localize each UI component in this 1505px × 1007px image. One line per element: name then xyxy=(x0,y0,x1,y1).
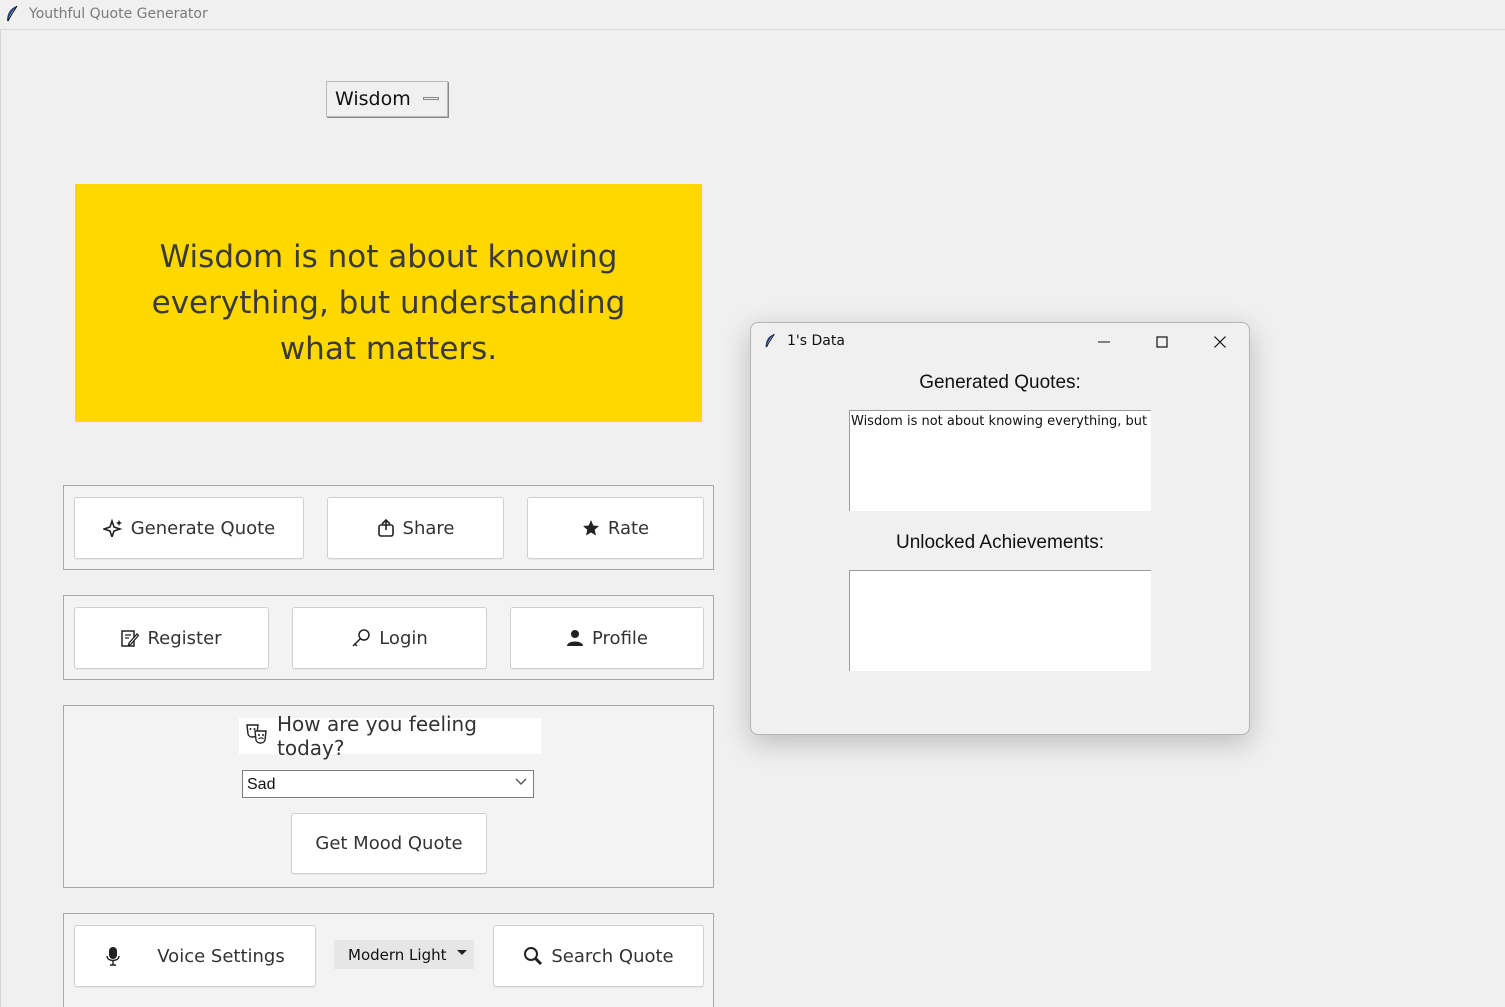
theme-menu[interactable]: Modern Light xyxy=(334,940,474,969)
feather-icon xyxy=(765,333,775,348)
theme-menu-value: Modern Light xyxy=(348,946,447,964)
feather-icon xyxy=(7,5,18,22)
edit-form-icon xyxy=(121,629,140,647)
option-menu-indicator-icon xyxy=(423,97,439,100)
category-menu-value: Wisdom xyxy=(335,88,411,110)
profile-button[interactable]: Profile xyxy=(510,607,704,669)
register-button[interactable]: Register xyxy=(74,607,269,669)
login-button[interactable]: Login xyxy=(292,607,487,669)
share-label: Share xyxy=(402,517,455,539)
actions-panel: Generate Quote Share Rate xyxy=(63,485,714,570)
login-label: Login xyxy=(379,627,428,649)
achievements-textbox[interactable] xyxy=(849,570,1151,671)
user-data-window: 1's Data Generated Quotes: Wisdom is not… xyxy=(750,322,1250,735)
maximize-button[interactable] xyxy=(1139,327,1185,357)
user-icon xyxy=(566,629,584,647)
maximize-icon xyxy=(1156,336,1168,348)
search-quote-label: Search Quote xyxy=(551,945,674,967)
star-icon xyxy=(582,519,600,537)
voice-settings-label: Voice Settings xyxy=(157,945,285,967)
key-icon xyxy=(351,628,371,648)
rate-button[interactable]: Rate xyxy=(527,497,704,559)
generated-quotes-heading: Generated Quotes: xyxy=(919,372,1081,393)
main-title-bar: Youthful Quote Generator xyxy=(0,0,1505,30)
achievements-heading: Unlocked Achievements: xyxy=(895,532,1105,553)
caret-down-icon xyxy=(456,945,468,963)
voice-settings-button[interactable]: Voice Settings xyxy=(74,925,316,987)
account-panel: Register Login Profile xyxy=(63,595,714,680)
search-quote-button[interactable]: Search Quote xyxy=(493,925,704,987)
mood-panel: How are you feeling today? Sad Get Mood … xyxy=(63,705,714,888)
minimize-button[interactable] xyxy=(1081,327,1127,357)
close-icon xyxy=(1214,336,1226,348)
generated-quotes-textbox[interactable]: Wisdom is not about knowing everything, … xyxy=(849,410,1151,511)
generate-quote-button[interactable]: Generate Quote xyxy=(74,497,304,559)
window-border xyxy=(0,29,1,1007)
mood-select[interactable]: Sad xyxy=(242,770,534,798)
generate-quote-label: Generate Quote xyxy=(130,517,276,539)
mood-label: How are you feeling today? xyxy=(239,712,541,760)
get-mood-quote-label: Get Mood Quote xyxy=(315,833,463,854)
minimize-icon xyxy=(1098,341,1110,343)
close-button[interactable] xyxy=(1197,327,1243,357)
settings-panel: Voice Settings Modern Light Search Quote xyxy=(63,913,714,1007)
quote-text: Wisdom is not about knowing everything, … xyxy=(151,239,626,367)
get-mood-quote-button[interactable]: Get Mood Quote xyxy=(291,813,487,874)
chevron-down-icon xyxy=(515,774,527,791)
quote-display: Wisdom is not about knowing everything, … xyxy=(75,184,702,422)
microphone-icon xyxy=(105,946,121,966)
category-menu[interactable]: Wisdom xyxy=(326,81,448,117)
share-icon xyxy=(377,519,395,537)
sparkle-icon xyxy=(102,519,123,537)
share-button[interactable]: Share xyxy=(327,497,504,559)
mood-question: How are you feeling today? xyxy=(277,712,477,760)
app-title: Youthful Quote Generator xyxy=(29,6,208,22)
rate-label: Rate xyxy=(607,517,650,539)
profile-label: Profile xyxy=(592,627,648,649)
theater-masks-icon xyxy=(245,723,269,750)
mood-select-value: Sad xyxy=(247,776,276,793)
data-window-title: 1's Data xyxy=(787,333,845,349)
register-label: Register xyxy=(147,627,222,649)
search-icon xyxy=(523,946,543,966)
